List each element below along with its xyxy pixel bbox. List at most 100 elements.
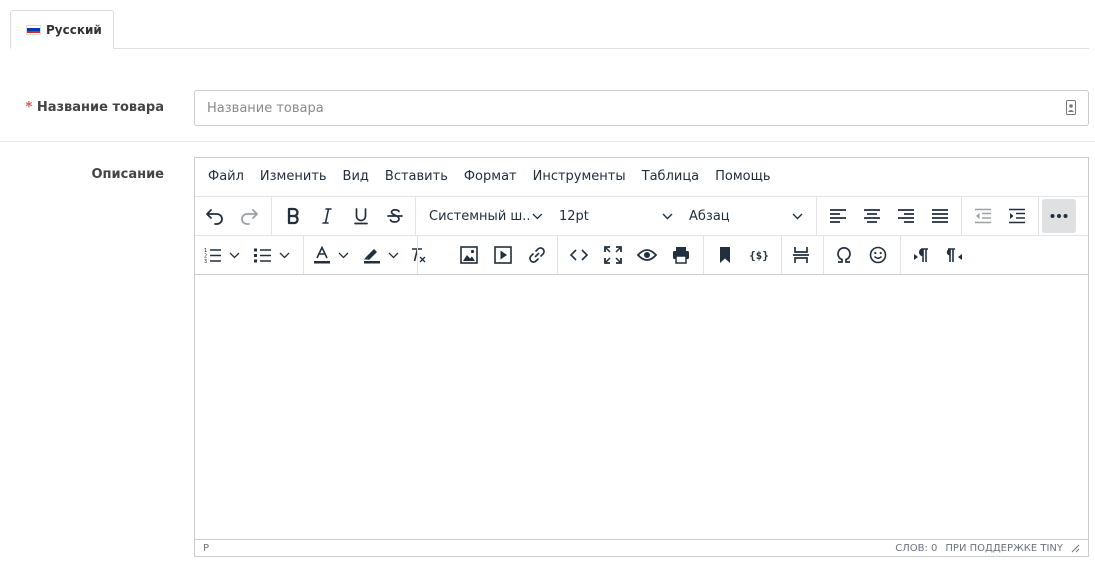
toolbar-row-2: 123 {$} [195,235,1088,275]
numbered-list-icon: 123 [204,248,221,263]
toolbar-separator [816,197,817,235]
preview-button[interactable] [630,238,664,272]
menu-format[interactable]: Формат [456,158,525,196]
view-group [562,236,698,274]
menu-insert[interactable]: Вставить [377,158,456,196]
clear-formatting-button[interactable] [401,238,435,272]
indent-icon [1009,208,1025,224]
font-size-select[interactable]: 12pt [551,197,679,235]
page-break-icon [793,247,809,263]
toolbar-separator [781,236,782,274]
history-group [198,197,266,235]
fullscreen-button[interactable] [596,238,630,272]
media-icon [494,246,512,264]
strikethrough-icon [387,209,403,223]
outdent-button[interactable] [966,199,1000,233]
menu-tools[interactable]: Инструменты [525,158,634,196]
toolbar-row-1: Системный ш... 12pt Абзац [195,196,1088,235]
toolbar-separator [961,197,962,235]
product-name-label-text: Название товара [36,100,164,115]
toolbar-separator [703,236,704,274]
bold-icon [287,207,299,225]
page-break-button[interactable] [784,238,818,272]
menu-edit[interactable]: Изменить [252,158,335,196]
toolbar-separator [415,197,416,235]
insert-group [452,236,554,274]
undo-icon [206,209,223,225]
alignment-group [821,197,957,235]
print-button[interactable] [664,238,698,272]
word-count[interactable]: СЛОВ: 0 [895,543,937,554]
chevron-down-icon [338,252,348,258]
strikethrough-button[interactable] [378,199,412,233]
preview-icon [637,249,657,261]
redo-button[interactable] [232,199,266,233]
align-center-button[interactable] [855,199,889,233]
clear-formatting-icon [412,248,426,263]
direction-group [904,236,972,274]
emoji-button[interactable] [861,238,895,272]
undo-button[interactable] [198,199,232,233]
chevron-down-icon [279,252,289,258]
product-name-input[interactable] [195,91,1059,125]
contact-card-icon[interactable] [1066,100,1076,115]
insert-media-button[interactable] [486,238,520,272]
page-break-group [784,236,818,274]
required-mark: * [25,100,33,115]
toolbar-separator [557,236,558,274]
source-code-button[interactable] [562,238,596,272]
italic-button[interactable] [310,199,344,233]
menu-table[interactable]: Таблица [634,158,708,196]
menu-file[interactable]: Файл [200,158,252,196]
bold-button[interactable] [276,199,310,233]
code-icon [570,249,588,261]
more-group [1042,197,1076,235]
right-to-left-button[interactable] [938,238,972,272]
special-char-icon [837,247,851,263]
rich-text-editor: Файл Изменить Вид Вставить Формат Инстру… [194,157,1089,557]
product-name-field[interactable] [194,90,1089,126]
toolbar-separator [1038,197,1039,235]
template-icon: {$} [749,249,769,262]
tab-russian[interactable]: Русский [10,10,114,49]
russia-flag-icon [26,24,41,35]
text-color-button[interactable] [309,238,351,272]
align-justify-button[interactable] [923,199,957,233]
template-button[interactable]: {$} [742,238,776,272]
insert-image-button[interactable] [452,238,486,272]
anchor-group: {$} [708,236,776,274]
menu-view[interactable]: Вид [335,158,377,196]
left-to-right-button[interactable] [904,238,938,272]
branding-link[interactable]: ПРИ ПОДДЕРЖКЕ TINY [945,543,1063,554]
editor-statusbar: P СЛОВ: 0 ПРИ ПОДДЕРЖКЕ TINY [195,539,1088,556]
text-color-icon [314,246,330,264]
toolbar-separator [900,236,901,274]
indent-button[interactable] [1000,199,1034,233]
editor-content-area[interactable] [195,275,1088,539]
svg-text:{$}: {$} [749,249,769,262]
bookmark-button[interactable] [708,238,742,272]
block-format-select[interactable]: Абзац [681,197,809,235]
resize-handle-icon[interactable] [1071,544,1080,553]
numbered-list-button[interactable]: 123 [200,238,242,272]
bullet-list-button[interactable] [250,238,292,272]
rtl-icon [946,248,962,262]
section-divider [0,141,1095,142]
chevron-down-icon [532,213,543,219]
align-left-button[interactable] [821,199,855,233]
fullscreen-icon [604,246,622,264]
align-justify-icon [932,209,948,223]
element-path[interactable]: P [203,543,209,554]
font-family-select[interactable]: Системный ш... [421,197,549,235]
underline-button[interactable] [344,199,378,233]
special-character-button[interactable] [827,238,861,272]
menu-help[interactable]: Помощь [707,158,778,196]
svg-text:3: 3 [204,259,207,263]
align-right-button[interactable] [889,199,923,233]
characters-group [827,236,895,274]
insert-link-button[interactable] [520,238,554,272]
align-left-icon [830,209,846,223]
more-button[interactable] [1042,199,1076,233]
bookmark-icon [720,247,730,263]
highlight-color-button[interactable] [359,238,401,272]
